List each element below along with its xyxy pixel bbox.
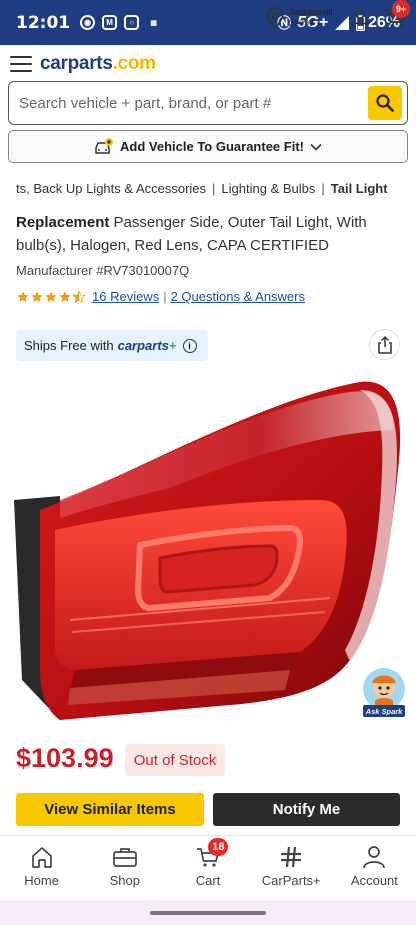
breadcrumb: ts, Back Up Lights & Accessories | Lightin…: [16, 181, 416, 196]
link-divider: |: [163, 289, 167, 304]
stock-status-badge: Out of Stock: [125, 744, 225, 776]
breadcrumb-item-accessories[interactable]: ts, Back Up Lights & Accessories: [16, 181, 206, 196]
plus-sign: +: [168, 338, 177, 353]
nav-cart[interactable]: Cart 18: [166, 836, 249, 900]
info-icon[interactable]: i: [182, 338, 197, 353]
search-bar: [8, 81, 408, 125]
location-zip: 32099: [289, 18, 315, 28]
temu-icon: ▦: [150, 19, 157, 27]
search-input[interactable]: [19, 94, 368, 112]
product-title-bold: Replacement: [16, 214, 110, 231]
search-button[interactable]: [368, 86, 402, 120]
share-icon: [377, 335, 392, 354]
location-text: Jacksonvill... 32099: [289, 7, 340, 29]
notify-me-button[interactable]: Notify Me: [213, 793, 400, 826]
account-icon: [363, 846, 386, 869]
breadcrumb-item-current: Tail Light: [330, 181, 388, 196]
nav-account-label: Account: [350, 873, 398, 888]
car-add-icon: [95, 137, 114, 154]
breadcrumb-separator: |: [212, 181, 216, 196]
instagram-icon: ○: [124, 15, 140, 30]
carparts-logo[interactable]: carparts.com: [40, 53, 156, 75]
page: 12:01 ◉ M ○ ▦ Ⓝ 5G+ 26% carparts.com Jac…: [0, 0, 416, 925]
reviews-link[interactable]: 16 Reviews: [92, 289, 159, 304]
share-button[interactable]: [369, 329, 400, 360]
menu-icon[interactable]: [10, 56, 32, 72]
star-icon: [45, 290, 57, 302]
toolbox-icon: [112, 848, 137, 867]
breadcrumb-separator: |: [321, 181, 325, 196]
chevron-down-icon: [310, 143, 322, 151]
view-similar-button[interactable]: View Similar Items: [16, 793, 204, 826]
ships-free-text: Ships Free with: [24, 338, 114, 353]
gmail-icon: M: [102, 15, 118, 30]
account-icon[interactable]: [350, 8, 370, 28]
nav-home[interactable]: Home: [0, 836, 83, 900]
status-notification-icons: ◉ M ○ ▦: [80, 15, 161, 30]
star-icon: [17, 290, 29, 302]
nav-shop[interactable]: Shop: [83, 836, 166, 900]
home-icon: [31, 847, 52, 868]
ask-spark-assistant[interactable]: Ask Spark: [360, 667, 408, 719]
cart-count-badge: 9+: [392, 0, 410, 18]
product-image[interactable]: [0, 370, 416, 730]
breadcrumb-item-lighting[interactable]: Lighting & Bulbs: [221, 181, 315, 196]
bottom-navigation: Home Shop Cart 18 CarParts+ Account: [0, 835, 416, 900]
rating-row: 16 Reviews | 2 Questions & Answers: [16, 289, 305, 304]
product-title: Replacement Passenger Side, Outer Tail L…: [16, 211, 401, 257]
manufacturer-number: Manufacturer #RV73010007Q: [16, 263, 190, 278]
nav-carparts-plus[interactable]: CarParts+: [250, 836, 333, 900]
qa-link[interactable]: 2 Questions & Answers: [171, 289, 305, 304]
carparts-plus-brand: carparts: [117, 338, 169, 353]
star-icon: [31, 290, 43, 302]
status-time: 12:01: [16, 12, 71, 33]
add-vehicle-button[interactable]: Add Vehicle To Guarantee Fit!: [8, 130, 408, 163]
nav-carparts-plus-label: CarParts+: [261, 873, 321, 888]
nav-cart-badge: 18: [208, 838, 229, 856]
add-vehicle-label: Add Vehicle To Guarantee Fit!: [120, 139, 304, 154]
nav-shop-label: Shop: [109, 873, 140, 888]
chrome-icon: ◉: [80, 15, 96, 30]
star-icon: [59, 290, 71, 302]
nav-home-label: Home: [24, 873, 59, 888]
location-city: Jacksonvill...: [289, 7, 341, 17]
site-header: carparts.com: [0, 45, 416, 83]
system-gesture-area: [0, 900, 416, 925]
star-rating: [16, 289, 86, 304]
search-icon: [376, 94, 394, 112]
product-price: $103.99: [16, 743, 114, 773]
carparts-plus-icon: [281, 846, 302, 868]
location-selector[interactable]: Jacksonvill... 32099: [265, 6, 340, 30]
nav-cart-label: Cart: [195, 873, 221, 888]
ships-free-badge[interactable]: Ships Free with carparts + i: [16, 330, 208, 361]
gesture-handle[interactable]: [150, 911, 266, 915]
location-pin-icon: [266, 7, 284, 30]
ask-spark-label: Ask Spark: [365, 707, 404, 716]
half-star-icon: [72, 289, 86, 303]
logo-dot-com: .com: [112, 53, 156, 74]
logo-text: carparts: [40, 53, 113, 74]
nav-account[interactable]: Account: [333, 836, 416, 900]
